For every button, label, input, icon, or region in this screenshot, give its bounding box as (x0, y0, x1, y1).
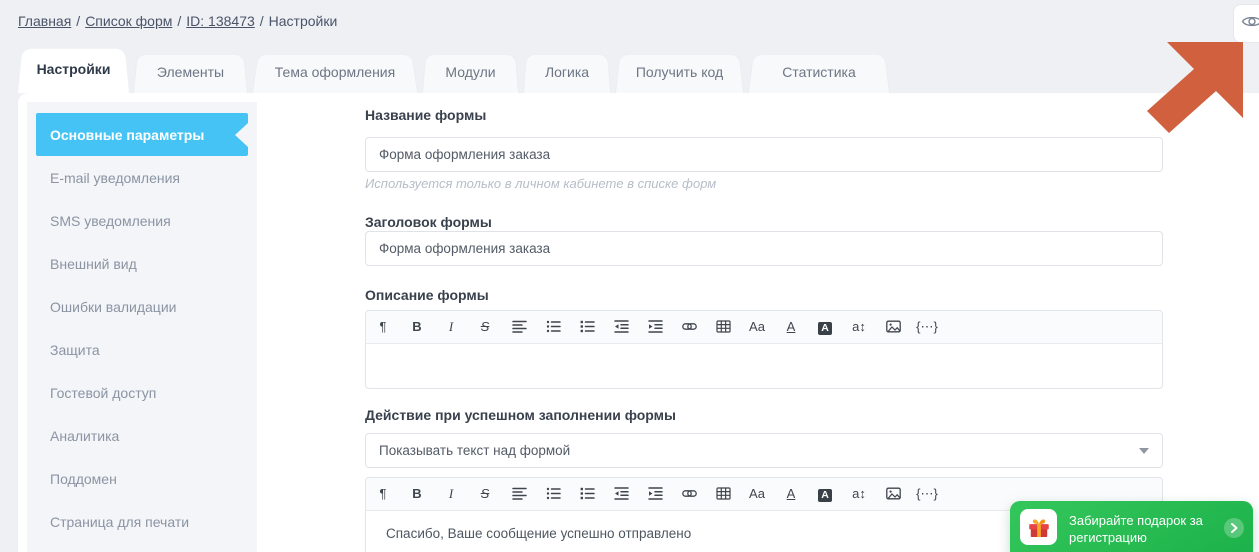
tab-label: Логика (544, 64, 590, 80)
text-color-icon[interactable]: A (774, 478, 808, 510)
link-icon[interactable] (672, 478, 706, 510)
image-icon[interactable] (876, 478, 910, 510)
code-variables-icon[interactable]: {⋯} (910, 478, 944, 510)
sidebar-item-label: SMS уведомления (50, 212, 171, 229)
form-header-label: Заголовок формы (365, 214, 492, 230)
tab-5[interactable]: Получить код (615, 51, 744, 93)
align-left-icon[interactable] (502, 311, 536, 343)
sidebar-item-9[interactable]: Страница для печати (36, 500, 248, 543)
tab-label: Настройки (36, 61, 111, 77)
form-name-hint: Используется только в личном кабинете в … (365, 176, 717, 191)
breadcrumb: Главная / Список форм / ID: 138473/Настройки (18, 13, 337, 29)
sidebar-item-4[interactable]: Ошибки валидации (36, 285, 248, 328)
link-icon[interactable] (672, 311, 706, 343)
breadcrumb-separator: / (76, 13, 81, 29)
font-icon[interactable]: Aa (740, 311, 774, 343)
sidebar-item-label: E-mail уведомления (50, 169, 180, 186)
tab-0[interactable]: Настройки (18, 45, 129, 93)
breadcrumb-item-3: Настройки (268, 13, 338, 29)
form-description-label: Описание формы (365, 287, 489, 303)
paragraph-icon[interactable]: ¶ (366, 478, 400, 510)
sidebar-item-1[interactable]: E-mail уведомления (36, 156, 248, 199)
sidebar-item-label: Аналитика (50, 427, 120, 444)
ordered-list-icon[interactable] (570, 311, 604, 343)
eye-icon (1241, 14, 1259, 34)
success-action-value: Показывать текст над формой (379, 443, 571, 458)
sidebar-item-0[interactable]: Основные параметры (36, 113, 248, 156)
sidebar-item-label: Ошибки валидации (50, 298, 177, 315)
form-name-input[interactable] (365, 137, 1163, 172)
sidebar-item-label: Гостевой доступ (50, 384, 157, 401)
tab-label: Получить код (635, 64, 724, 80)
tab-6[interactable]: Статистика (748, 51, 890, 93)
code-variables-icon[interactable]: {⋯} (910, 311, 944, 343)
strikethrough-icon[interactable]: S (468, 311, 502, 343)
tab-4[interactable]: Логика (523, 51, 611, 93)
bold-icon[interactable]: B (400, 478, 434, 510)
tab-label: Статистика (782, 64, 856, 80)
description-editor-toolbar: ¶ B I S Aa A Aa↕ {⋯} (366, 311, 1162, 344)
sidebar-item-8[interactable]: Поддомен (36, 457, 248, 500)
tab-label: Тема оформления (274, 64, 396, 80)
breadcrumb-separator: / (177, 13, 182, 29)
preview-button[interactable] (1233, 4, 1259, 43)
sidebar-item-6[interactable]: Гостевой доступ (36, 371, 248, 414)
unordered-list-icon[interactable] (536, 478, 570, 510)
sidebar-item-label: Страница для печати (50, 513, 190, 530)
outdent-icon[interactable] (604, 478, 638, 510)
bold-icon[interactable]: B (400, 311, 434, 343)
sidebar-item-label: Защита (50, 341, 100, 358)
indent-icon[interactable] (638, 311, 672, 343)
background-color-icon[interactable]: A (808, 478, 842, 510)
text-color-icon[interactable]: A (774, 311, 808, 343)
success-action-select[interactable]: Показывать текст над формой (365, 433, 1163, 468)
indent-icon[interactable] (638, 478, 672, 510)
font-icon[interactable]: Aa (740, 478, 774, 510)
page: Главная / Список форм / ID: 138473/Настройки… (0, 0, 1259, 552)
tab-1[interactable]: Элементы (133, 51, 248, 93)
active-item-notch (235, 122, 248, 147)
table-icon[interactable] (706, 311, 740, 343)
sidebar-item-label: Поддомен (50, 470, 117, 487)
success-action-label: Действие при успешном заполнении формы (365, 407, 676, 423)
table-icon[interactable] (706, 478, 740, 510)
gift-icon (1020, 509, 1057, 545)
promo-toast-text: Забирайте подарок за регистрацию (1069, 513, 1203, 545)
sidebar-item-label: Внешний вид (50, 255, 137, 272)
italic-icon[interactable]: I (434, 311, 468, 343)
chevron-right-icon[interactable] (1224, 518, 1244, 538)
unordered-list-icon[interactable] (536, 311, 570, 343)
italic-icon[interactable]: I (434, 478, 468, 510)
outdent-icon[interactable] (604, 311, 638, 343)
chevron-down-icon (1139, 448, 1149, 454)
form-name-label: Название формы (365, 107, 487, 123)
tab-3[interactable]: Модули (422, 51, 519, 93)
breadcrumb-item-1[interactable]: Список форм (85, 13, 172, 29)
tab-2[interactable]: Тема оформления (252, 51, 418, 93)
line-height-icon[interactable]: a↕ (842, 478, 876, 510)
ordered-list-icon[interactable] (570, 478, 604, 510)
breadcrumb-item-2[interactable]: ID: 138473 (186, 13, 255, 29)
tab-label: Модули (445, 64, 496, 80)
align-left-icon[interactable] (502, 478, 536, 510)
sidebar-item-7[interactable]: Аналитика (36, 414, 248, 457)
sidebar-item-5[interactable]: Защита (36, 328, 248, 371)
background-color-icon[interactable]: A (808, 311, 842, 343)
tab-label: Элементы (156, 64, 225, 80)
description-editor: ¶ B I S Aa A Aa↕ {⋯} (365, 310, 1163, 389)
tab-bar: Настройки Элементы Тема оформления Модули Ло… (18, 45, 890, 93)
description-editor-body[interactable] (366, 344, 1162, 388)
paragraph-icon[interactable]: ¶ (366, 311, 400, 343)
promo-toast[interactable]: Забирайте подарок за регистрацию (1010, 501, 1253, 552)
line-height-icon[interactable]: a↕ (842, 311, 876, 343)
breadcrumb-item-0[interactable]: Главная (18, 13, 71, 29)
strikethrough-icon[interactable]: S (468, 478, 502, 510)
sidebar-item-3[interactable]: Внешний вид (36, 242, 248, 285)
settings-sidebar: Основные параметры E-mail уведомления SMS … (27, 102, 257, 552)
breadcrumb-separator: / (259, 13, 264, 29)
sidebar-item-2[interactable]: SMS уведомления (36, 199, 248, 242)
form-header-input[interactable] (365, 231, 1163, 266)
image-icon[interactable] (876, 311, 910, 343)
sidebar-item-label: Основные параметры (50, 126, 205, 143)
